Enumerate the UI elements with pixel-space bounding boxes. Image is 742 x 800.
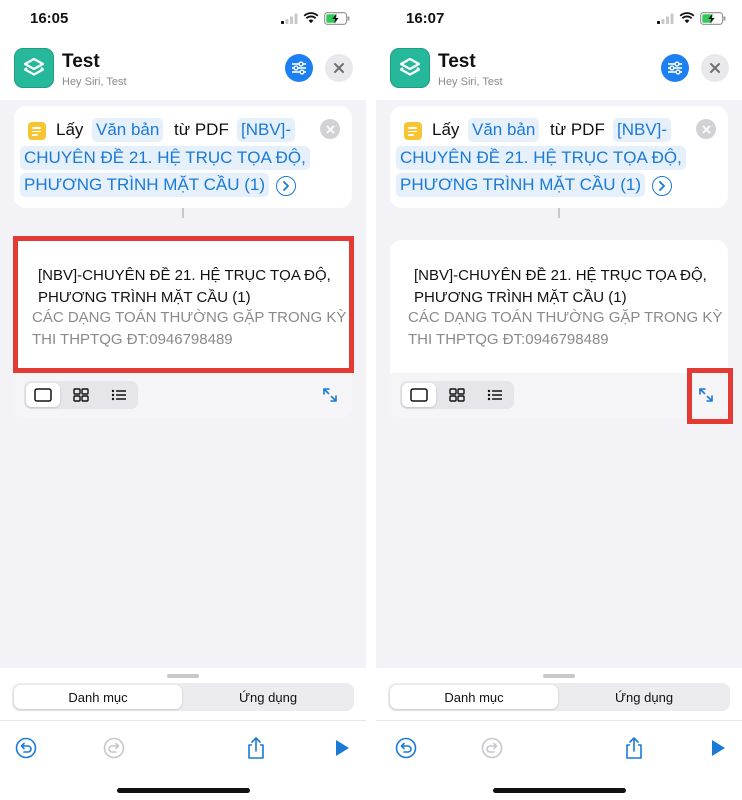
highlight-result-box	[13, 236, 354, 373]
redo-icon[interactable]	[102, 736, 126, 760]
panel-divider	[376, 720, 742, 721]
status-time: 16:05	[30, 10, 69, 27]
status-icons	[657, 11, 726, 25]
close-icon	[326, 125, 334, 133]
token-pdf-line-3[interactable]: PHƯƠNG TRÌNH MẶT CẦU (1)	[20, 173, 269, 197]
screen-left: 16:05 Test Hey Siri, Test Lấy Văn bản từ…	[0, 0, 366, 800]
list-view-icon[interactable]	[478, 383, 512, 407]
category-segmented: Danh mục Ứng dụng	[388, 683, 730, 711]
battery-charging-icon	[324, 11, 350, 25]
share-icon[interactable]	[244, 736, 268, 760]
header: Test Hey Siri, Test	[376, 44, 742, 96]
home-indicator	[117, 788, 250, 793]
view-mode-segmented	[24, 381, 138, 409]
clear-action-button[interactable]	[696, 119, 716, 139]
undo-icon[interactable]	[14, 736, 38, 760]
result-line-1: [NBV]-CHUYÊN ĐỀ 21. HỆ TRỤC TỌA ĐỘ,	[414, 267, 707, 284]
home-indicator	[493, 788, 626, 793]
status-bar: 16:07	[376, 0, 742, 34]
settings-button[interactable]	[661, 54, 689, 82]
close-icon	[702, 125, 710, 133]
result-sub-line-2: THI THPTQG ĐT:0946798489	[408, 331, 609, 348]
play-icon[interactable]	[330, 736, 354, 760]
cellular-signal-icon	[281, 13, 298, 24]
token-pdf-line-2[interactable]: CHUYÊN ĐỀ 21. HỆ TRỤC TỌA ĐỘ,	[20, 146, 310, 170]
sliders-icon	[292, 61, 306, 75]
shortcut-subtitle: Hey Siri, Test	[438, 76, 503, 88]
settings-button[interactable]	[285, 54, 313, 82]
panel-grabber[interactable]	[543, 674, 575, 678]
undo-icon[interactable]	[394, 736, 418, 760]
chevron-right-icon[interactable]	[276, 176, 296, 196]
result-toolbar	[14, 373, 352, 418]
token-pdf-line-3[interactable]: PHƯƠNG TRÌNH MẶT CẦU (1)	[396, 173, 645, 197]
category-segmented: Danh mục Ứng dụng	[12, 683, 354, 711]
sliders-icon	[668, 61, 682, 75]
view-mode-segmented	[400, 381, 514, 409]
highlight-expand-box	[687, 368, 733, 424]
battery-charging-icon	[700, 11, 726, 25]
panel-grabber[interactable]	[167, 674, 199, 678]
grid-view-icon[interactable]	[64, 383, 98, 407]
shortcut-title[interactable]: Test	[438, 51, 476, 73]
action-verb: Lấy	[432, 120, 460, 139]
chevron-right-icon[interactable]	[652, 176, 672, 196]
shortcut-title[interactable]: Test	[62, 51, 100, 73]
token-pdf-line-1[interactable]: [NBV]-	[237, 118, 296, 142]
grid-view-icon[interactable]	[440, 383, 474, 407]
token-pdf-line-1[interactable]: [NBV]-	[613, 118, 672, 142]
close-icon	[710, 63, 720, 73]
token-text-type[interactable]: Văn bản	[92, 118, 164, 142]
result-line-2: PHƯƠNG TRÌNH MẶT CẦU (1)	[414, 289, 627, 306]
token-pdf-line-2[interactable]: CHUYÊN ĐỀ 21. HỆ TRỤC TỌA ĐỘ,	[396, 146, 686, 170]
status-icons	[281, 11, 350, 25]
action-verb: Lấy	[56, 120, 84, 139]
status-time: 16:07	[406, 10, 445, 27]
bottom-panel: Danh mục Ứng dụng	[376, 668, 742, 800]
redo-icon[interactable]	[480, 736, 504, 760]
panel-divider	[0, 720, 366, 721]
token-text-type[interactable]: Văn bản	[468, 118, 540, 142]
document-icon	[404, 122, 422, 140]
action-connector	[558, 208, 560, 218]
tab-categories[interactable]: Danh mục	[14, 685, 182, 709]
share-icon[interactable]	[622, 736, 646, 760]
shortcuts-icon[interactable]	[390, 48, 430, 88]
tab-apps[interactable]: Ứng dụng	[560, 685, 728, 709]
expand-icon[interactable]	[320, 385, 340, 405]
header: Test Hey Siri, Test	[0, 44, 366, 96]
screen-divider	[366, 0, 376, 800]
tab-apps[interactable]: Ứng dụng	[184, 685, 352, 709]
close-button[interactable]	[701, 54, 729, 82]
wifi-icon	[679, 12, 695, 24]
single-view-icon[interactable]	[402, 383, 436, 407]
close-button[interactable]	[325, 54, 353, 82]
status-bar: 16:05	[0, 0, 366, 34]
get-text-action-card[interactable]: Lấy Văn bản từ PDF [NBV]- CHUYÊN ĐỀ 21. …	[390, 106, 728, 208]
action-from: từ PDF	[550, 120, 605, 139]
clear-action-button[interactable]	[320, 119, 340, 139]
list-view-icon[interactable]	[102, 383, 136, 407]
shortcut-subtitle: Hey Siri, Test	[62, 76, 127, 88]
single-view-icon[interactable]	[26, 383, 60, 407]
document-icon	[28, 122, 46, 140]
bottom-panel: Danh mục Ứng dụng	[0, 668, 366, 800]
result-card[interactable]: [NBV]-CHUYÊN ĐỀ 21. HỆ TRỤC TỌA ĐỘ, PHƯƠ…	[390, 240, 728, 418]
close-icon	[334, 63, 344, 73]
tab-categories[interactable]: Danh mục	[390, 685, 558, 709]
action-connector	[182, 208, 184, 218]
action-from: từ PDF	[174, 120, 229, 139]
play-icon[interactable]	[706, 736, 730, 760]
screen-right: 16:07 Test Hey Siri, Test Lấy Văn bản từ…	[376, 0, 742, 800]
result-toolbar	[390, 373, 728, 418]
cellular-signal-icon	[657, 13, 674, 24]
wifi-icon	[303, 12, 319, 24]
result-sub-line-1: CÁC DẠNG TOÁN THƯỜNG GẶP TRONG KỲ	[408, 309, 723, 326]
get-text-action-card[interactable]: Lấy Văn bản từ PDF [NBV]- CHUYÊN ĐỀ 21. …	[14, 106, 352, 208]
shortcuts-icon[interactable]	[14, 48, 54, 88]
